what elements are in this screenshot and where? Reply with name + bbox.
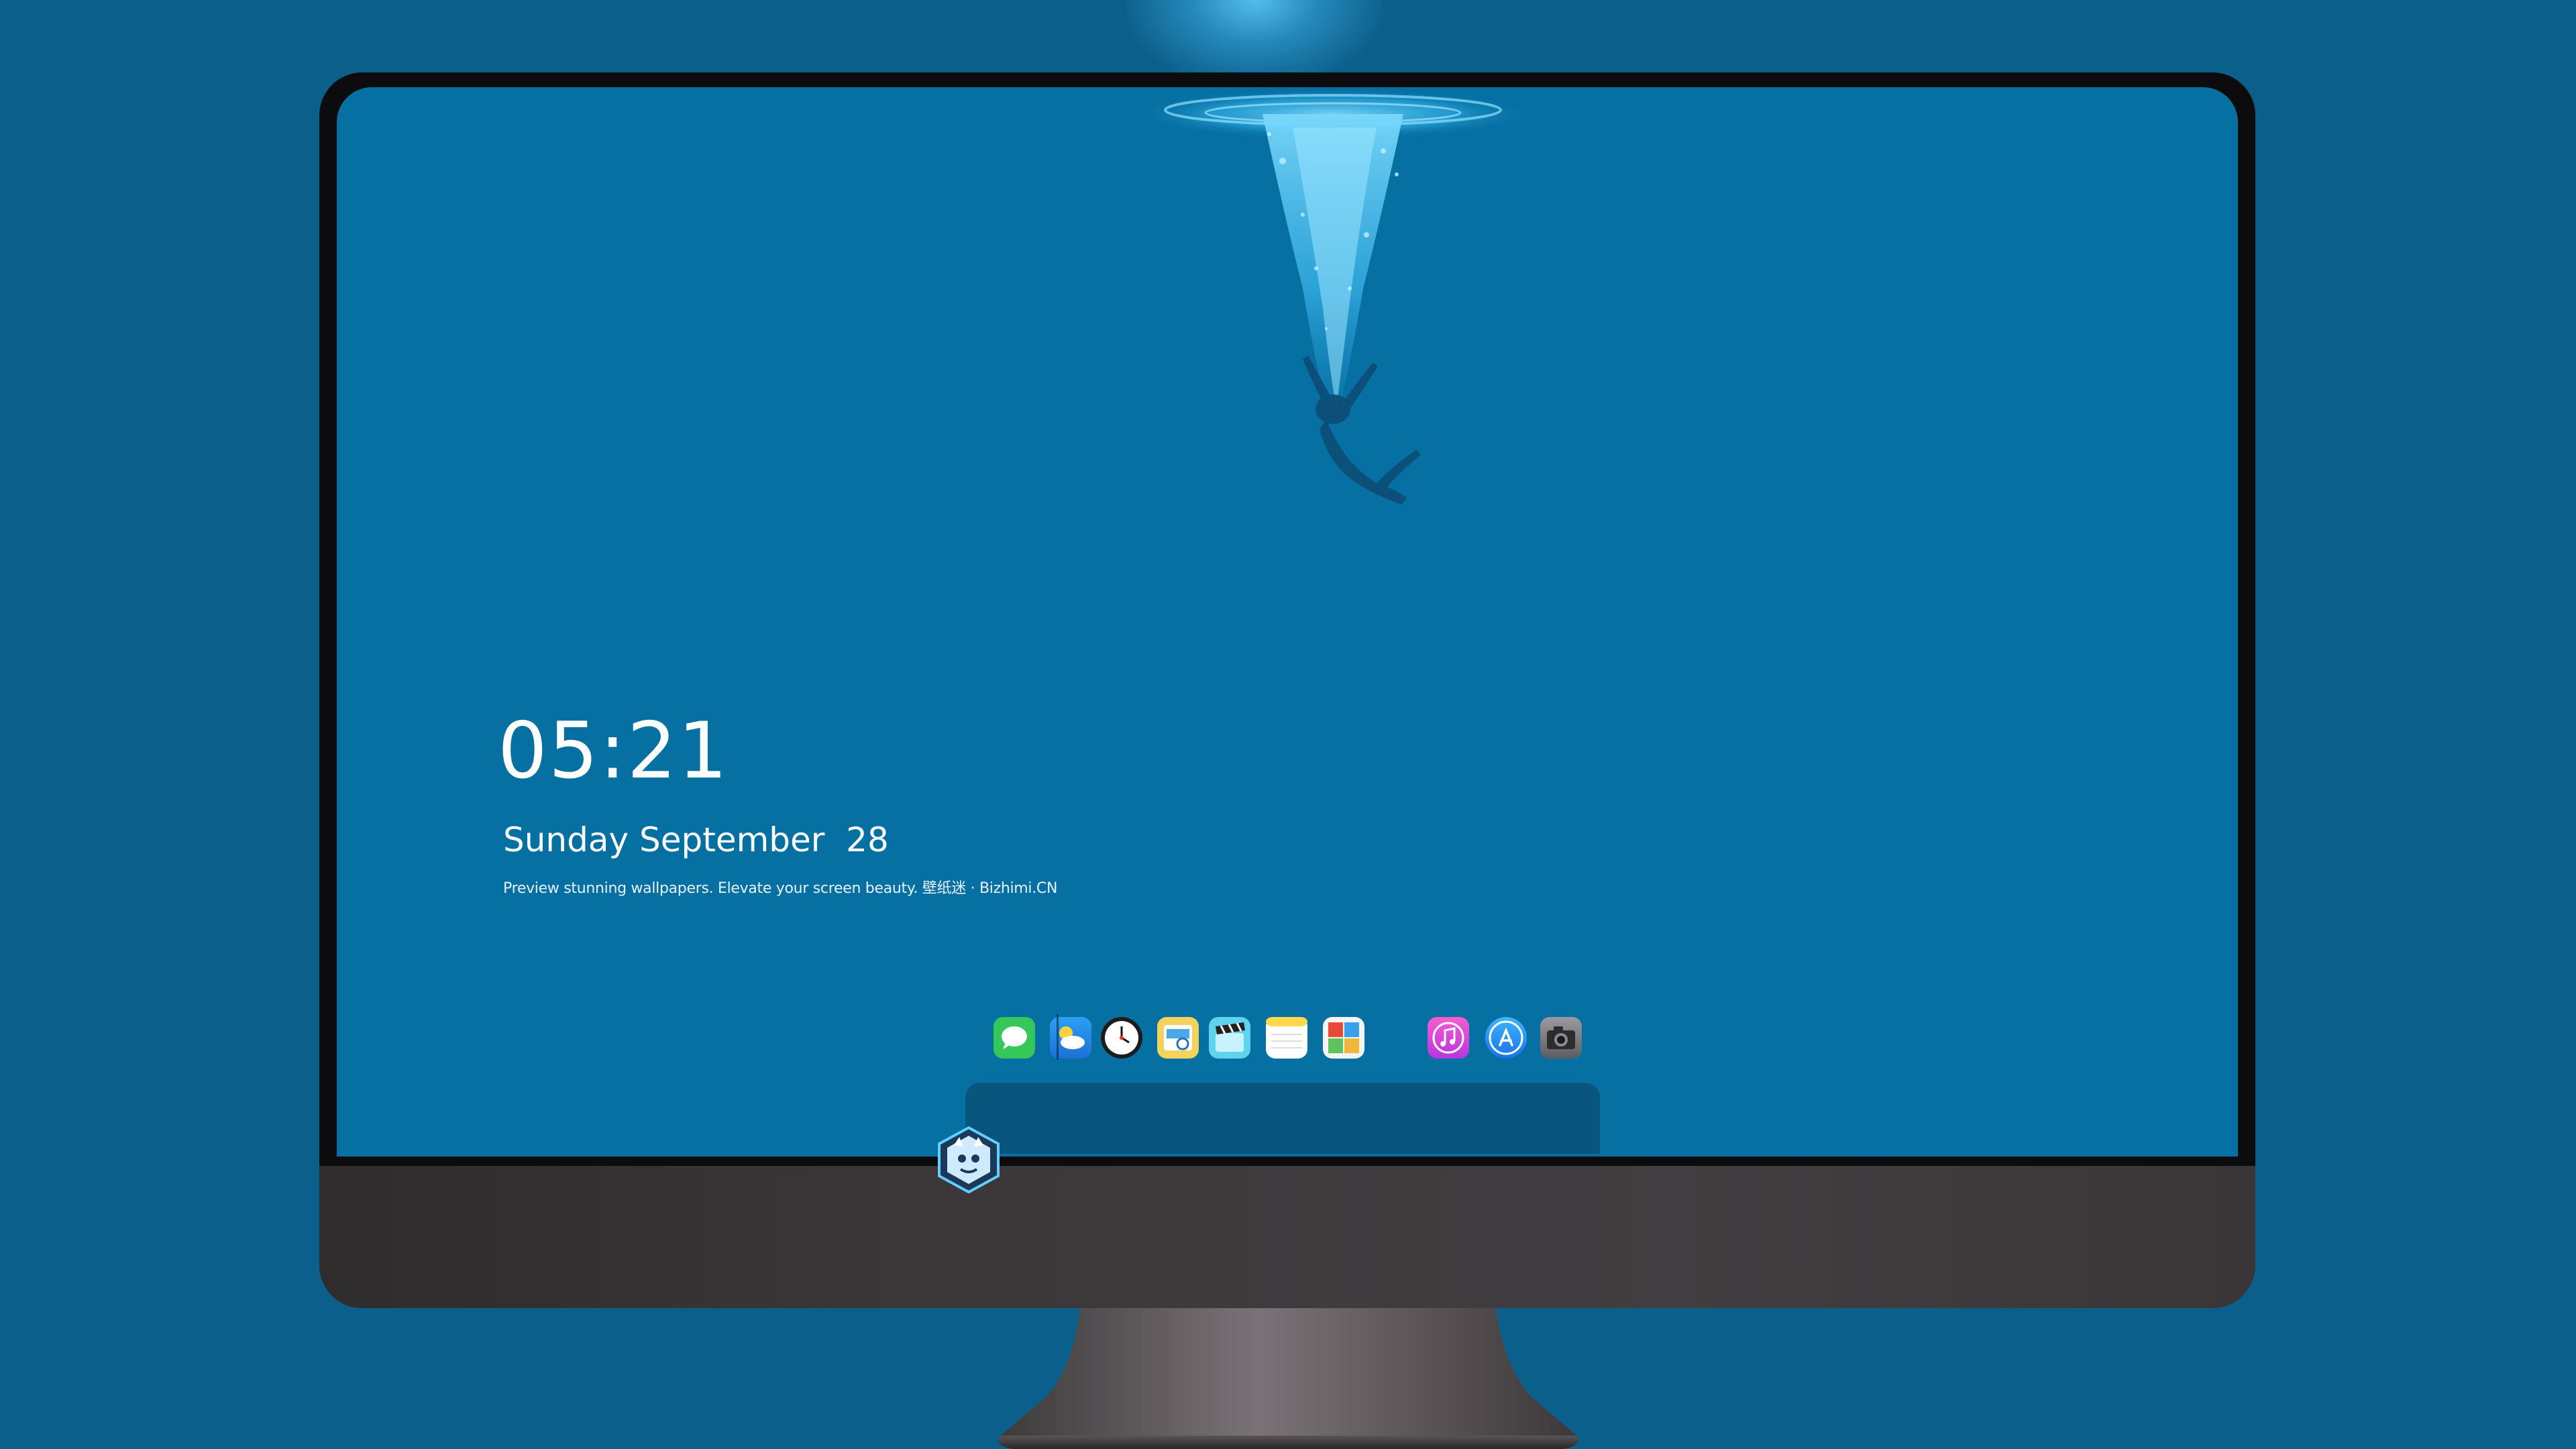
dock xyxy=(965,1083,1600,1154)
desktop-screen: 05:21 Sunday September 28 Preview stunni… xyxy=(337,87,2238,1157)
clock-icon[interactable] xyxy=(1101,1017,1142,1059)
notes-icon[interactable] xyxy=(1266,1017,1307,1059)
lockscreen-date: Sunday September 28 xyxy=(503,820,889,859)
wallpaper-diver-splash xyxy=(1132,89,1531,504)
preview-icon[interactable] xyxy=(1157,1017,1199,1059)
messages-icon[interactable] xyxy=(994,1017,1035,1059)
monitor-chin xyxy=(319,1166,2255,1308)
itunes-icon[interactable] xyxy=(1428,1017,1469,1059)
lockscreen-time: 05:21 xyxy=(498,706,729,796)
camera-icon[interactable] xyxy=(1540,1017,1582,1059)
monitor-stand xyxy=(998,1308,1578,1449)
lockscreen-tagline: Preview stunning wallpapers. Elevate you… xyxy=(503,880,1058,897)
clips-icon[interactable] xyxy=(1209,1017,1250,1059)
brand-logo-icon xyxy=(938,1126,1000,1194)
photo-booth-icon[interactable] xyxy=(1323,1017,1364,1059)
dock-separator xyxy=(1057,1014,1059,1060)
app-store-icon[interactable] xyxy=(1485,1017,1527,1059)
